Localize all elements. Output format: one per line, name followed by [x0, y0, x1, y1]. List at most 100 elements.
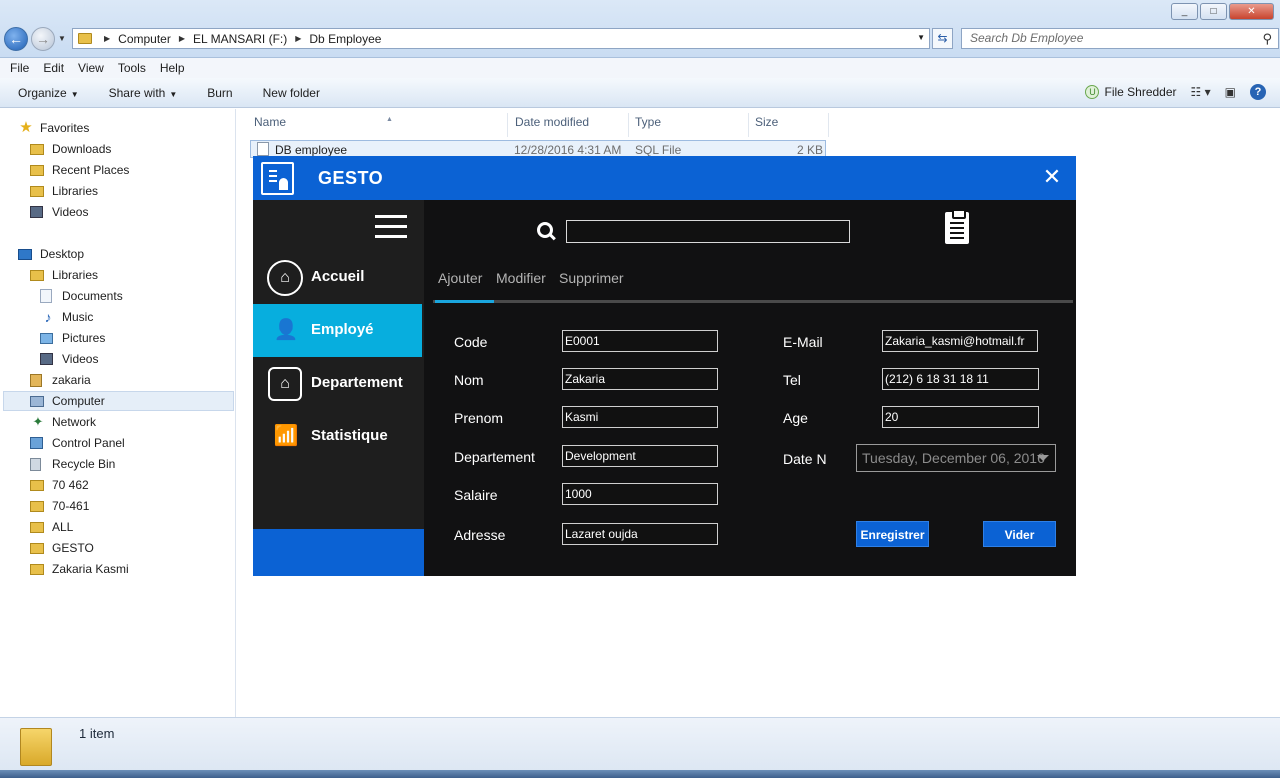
sidebar-item-employe[interactable]: 👤 Employé — [253, 304, 422, 357]
nav-label: GESTO — [52, 541, 94, 555]
menu-help[interactable]: Help — [160, 61, 185, 75]
sidebar-item-accueil[interactable]: ⌂ Accueil — [253, 251, 422, 304]
preview-pane-icon[interactable]: ▣ — [1225, 85, 1236, 99]
chevron-right-icon[interactable]: ▶ — [295, 34, 301, 43]
nav-music[interactable]: ♪ Music — [40, 307, 94, 327]
nav-control-panel[interactable]: Control Panel — [30, 433, 125, 453]
tab-supprimer[interactable]: Supprimer — [559, 270, 624, 286]
nav-libraries-fav[interactable]: Libraries — [30, 181, 98, 201]
nav-documents[interactable]: Documents — [40, 286, 123, 306]
search-input[interactable]: Search Db Employee ⚲ — [961, 28, 1279, 49]
age-field[interactable]: 20 — [882, 406, 1039, 428]
column-header-size[interactable]: Size — [749, 113, 829, 137]
column-header-name[interactable]: Name ▲ — [248, 113, 508, 137]
search-icon[interactable] — [537, 222, 557, 242]
sidebar-item-statistique[interactable]: 📶 Statistique — [253, 410, 422, 463]
back-button[interactable]: ← — [4, 27, 28, 51]
forward-button[interactable]: → — [31, 27, 55, 51]
nav-pictures[interactable]: Pictures — [40, 328, 105, 348]
nav-recent-places[interactable]: Recent Places — [30, 160, 129, 180]
sidebar-label: Employé — [311, 321, 374, 338]
nav-videos[interactable]: Videos — [40, 349, 98, 369]
help-icon[interactable]: ? — [1250, 84, 1266, 100]
nav-computer[interactable]: Computer — [3, 391, 234, 411]
navigation-pane: ★ Favorites Downloads Recent Places Libra… — [0, 109, 236, 717]
control-panel-icon — [30, 437, 43, 449]
nav-label: Favorites — [40, 121, 90, 135]
date-value: Tuesday, December 06, 2016 — [862, 450, 1045, 466]
close-icon[interactable]: ✕ — [1040, 162, 1064, 192]
tab-active-indicator — [435, 300, 494, 303]
breadcrumb-computer[interactable]: Computer — [118, 32, 171, 46]
menu-edit[interactable]: Edit — [43, 61, 64, 75]
nav-label: 70 462 — [52, 478, 89, 492]
date-n-picker[interactable]: Tuesday, December 06, 2016 — [856, 444, 1056, 472]
code-field[interactable]: E0001 — [562, 330, 718, 352]
breadcrumb-folder[interactable]: Db Employee — [309, 32, 381, 46]
column-header-date[interactable]: Date modified — [509, 113, 629, 137]
menu-bar: File Edit View Tools Help — [0, 58, 1280, 78]
menu-tools[interactable]: Tools — [118, 61, 146, 75]
address-bar[interactable]: ▶ Computer ▶ EL MANSARI (F:) ▶ Db Employ… — [72, 28, 930, 49]
close-button[interactable]: ✕ — [1229, 3, 1274, 20]
sort-ascending-icon: ▲ — [386, 116, 393, 123]
salaire-field[interactable]: 1000 — [562, 483, 718, 505]
file-shredder-button[interactable]: U File Shredder — [1085, 85, 1177, 99]
vider-button[interactable]: Vider — [983, 521, 1056, 547]
chevron-right-icon[interactable]: ▶ — [104, 34, 110, 43]
employee-search-input[interactable] — [566, 220, 850, 243]
nav-libraries[interactable]: Libraries — [30, 265, 98, 285]
column-header-type[interactable]: Type — [629, 113, 749, 137]
recent-pages-dropdown[interactable]: ▼ — [58, 34, 66, 43]
folder-icon — [30, 500, 44, 512]
share-with-button[interactable]: Share with ▼ — [109, 86, 178, 100]
email-field[interactable]: Zakaria_kasmi@hotmail.fr — [882, 330, 1038, 352]
tab-ajouter[interactable]: Ajouter — [438, 270, 482, 286]
nom-field[interactable]: Zakaria — [562, 368, 718, 390]
nav-network[interactable]: ✦ Network — [30, 412, 96, 432]
folder-icon — [30, 143, 44, 155]
hamburger-menu-icon[interactable] — [375, 215, 407, 239]
search-icon[interactable]: ⚲ — [1262, 29, 1272, 48]
tab-modifier[interactable]: Modifier — [496, 270, 546, 286]
pictures-icon — [40, 332, 53, 344]
organize-button[interactable]: Organize ▼ — [18, 86, 79, 100]
address-dropdown-icon[interactable]: ▼ — [917, 33, 925, 42]
refresh-button[interactable]: ⇆ — [932, 28, 953, 49]
app-header: GESTO ✕ — [253, 156, 1076, 200]
tel-field[interactable]: (212) 6 18 31 18 11 — [882, 368, 1039, 390]
maximize-button[interactable]: □ — [1200, 3, 1227, 20]
departement-field[interactable]: Development — [562, 445, 718, 467]
menu-view[interactable]: View — [78, 61, 104, 75]
nav-gesto[interactable]: GESTO — [30, 538, 94, 558]
chevron-down-icon[interactable] — [1037, 455, 1049, 461]
enregistrer-button[interactable]: Enregistrer — [856, 521, 929, 547]
breadcrumb-drive[interactable]: EL MANSARI (F:) — [193, 32, 287, 46]
sidebar-item-departement[interactable]: ⌂ Departement — [253, 357, 422, 410]
nav-desktop[interactable]: Desktop — [18, 244, 84, 264]
sidebar-footer — [253, 529, 424, 576]
nav-favorites[interactable]: ★ Favorites — [18, 118, 89, 138]
nav-recycle-bin[interactable]: Recycle Bin — [30, 454, 115, 474]
nav-70-462[interactable]: 70 462 — [30, 475, 89, 495]
menu-file[interactable]: File — [10, 61, 29, 75]
minimize-button[interactable]: _ — [1171, 3, 1198, 20]
view-options-icon[interactable]: ☷ ▾ — [1191, 85, 1211, 99]
nav-70-461[interactable]: 70-461 — [30, 496, 89, 516]
chevron-right-icon[interactable]: ▶ — [179, 34, 185, 43]
prenom-field[interactable]: Kasmi — [562, 406, 718, 428]
nav-all[interactable]: ALL — [30, 517, 73, 537]
file-type: SQL File — [635, 143, 682, 157]
building-icon: ⌂ — [268, 367, 302, 401]
clipboard-icon[interactable] — [945, 209, 969, 244]
new-folder-button[interactable]: New folder — [263, 86, 320, 100]
sidebar-label: Departement — [311, 374, 403, 391]
nav-zakaria[interactable]: zakaria — [30, 370, 91, 390]
nav-downloads[interactable]: Downloads — [30, 139, 111, 159]
nav-zakaria-kasmi[interactable]: Zakaria Kasmi — [30, 559, 129, 579]
nav-label: zakaria — [52, 373, 91, 387]
nav-videos-fav[interactable]: Videos — [30, 202, 88, 222]
sidebar-label: Statistique — [311, 427, 388, 444]
adresse-field[interactable]: Lazaret oujda — [562, 523, 718, 545]
burn-button[interactable]: Burn — [207, 86, 232, 100]
